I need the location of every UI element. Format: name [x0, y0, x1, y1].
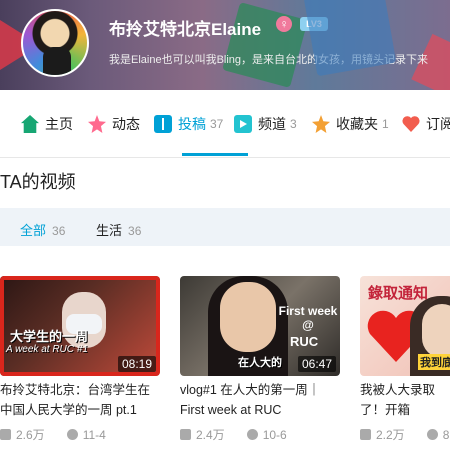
video-meta: 2.6万 11-4 — [0, 426, 160, 443]
thumbnail-subcaption: 我到底去哪 — [418, 354, 450, 370]
active-tab-indicator — [182, 153, 248, 156]
tab-label: 收藏夹 — [336, 116, 378, 132]
thumbnail-cn-caption: 在人大的 — [238, 357, 282, 369]
upload-icon — [154, 115, 172, 133]
video-card[interactable]: 大学生的一周 A week at RUC #1 08:19 布拎艾特北京：台湾学… — [0, 276, 160, 443]
video-date: 10-6 — [262, 427, 287, 442]
tab-activity[interactable]: 动态 — [88, 114, 140, 134]
video-card[interactable]: 錄取通知 我到底去哪 我被人大录取了！开箱 2.2万 8 — [360, 276, 450, 443]
video-thumbnail[interactable]: 錄取通知 我到底去哪 — [360, 276, 450, 376]
play-count-icon — [0, 429, 11, 440]
video-thumbnail[interactable]: 大学生的一周 A week at RUC #1 08:19 — [0, 276, 160, 376]
female-icon: ♀ — [276, 16, 292, 32]
video-date: 8 — [442, 427, 450, 442]
video-views: 2.2万 — [376, 428, 405, 442]
video-duration: 08:19 — [117, 356, 156, 372]
video-date: 11-4 — [82, 427, 106, 442]
level-badge: LV3 — [300, 17, 328, 31]
section-title: TA的视频 — [0, 172, 76, 192]
tab-label: 主页 — [45, 116, 73, 132]
thumbnail-caption: First week @ — [278, 304, 338, 332]
category-filter-bar: 全部 36 生活 36 — [0, 208, 450, 246]
thumbnail-subcaption: A week at RUC #1 — [6, 344, 88, 355]
tab-subscriptions[interactable]: 订阅 — [402, 114, 450, 134]
video-duration: 06:47 — [297, 356, 336, 372]
favorite-icon — [312, 115, 330, 133]
tab-label: 动态 — [112, 116, 140, 132]
clock-icon — [66, 429, 78, 440]
filter-count: 36 — [52, 224, 66, 238]
filter-all[interactable]: 全部 36 — [20, 220, 65, 239]
clock-icon — [426, 429, 438, 440]
video-title[interactable]: vlog#1 在人大的第一周｜First week at RUC — [180, 380, 340, 420]
subscribe-icon — [402, 115, 420, 133]
play-count-icon — [360, 429, 371, 440]
thumbnail-caption: 大学生的一周 — [10, 329, 89, 344]
filter-label: 生活 — [96, 223, 123, 238]
tab-count: 3 — [290, 117, 297, 131]
tab-count: 37 — [210, 117, 224, 131]
tab-favorites[interactable]: 收藏夹 1 — [312, 114, 389, 134]
profile-tabs: 主页 动态 投稿 37 频道 3 收藏夹 1 订阅 — [0, 90, 450, 158]
user-bio: 我是Elaine也可以叫我Bling，是来自台北的女孩，用镜头记录下来 — [109, 54, 429, 66]
tab-label: 订阅 — [426, 116, 450, 132]
filter-label: 全部 — [20, 223, 47, 238]
tab-label: 投稿 — [178, 116, 206, 132]
tab-label: 频道 — [258, 116, 286, 132]
video-title[interactable]: 布拎艾特北京：台湾学生在中国人民大学的一周 pt.1 — [0, 380, 160, 420]
filter-count: 36 — [128, 224, 142, 238]
tab-count: 1 — [382, 117, 389, 131]
tab-uploads[interactable]: 投稿 37 — [154, 114, 223, 134]
home-icon — [21, 115, 39, 133]
tab-home[interactable]: 主页 — [21, 114, 73, 134]
activity-icon — [88, 115, 106, 133]
thumbnail-subcaption: RUC — [290, 334, 319, 349]
video-title[interactable]: 我被人大录取了！开箱 — [360, 380, 450, 420]
play-count-icon — [180, 429, 191, 440]
video-meta: 2.2万 8 — [360, 426, 450, 443]
video-views: 2.4万 — [196, 428, 225, 442]
video-views: 2.6万 — [16, 428, 45, 442]
profile-banner: 布拎艾特北京Elaine ♀ LV3 我是Elaine也可以叫我Bling，是来… — [0, 0, 450, 90]
video-thumbnail[interactable]: First week @ RUC 在人大的 06:47 — [180, 276, 340, 376]
video-meta: 2.4万 10-6 — [180, 426, 340, 443]
thumbnail-caption: 錄取通知 — [368, 285, 429, 302]
filter-life[interactable]: 生活 36 — [96, 220, 141, 239]
tab-channels[interactable]: 频道 3 — [234, 114, 297, 134]
user-name: 布拎艾特北京Elaine — [109, 20, 262, 39]
video-card[interactable]: First week @ RUC 在人大的 06:47 vlog#1 在人大的第… — [180, 276, 340, 443]
clock-icon — [246, 429, 258, 440]
channel-icon — [234, 115, 252, 133]
avatar[interactable] — [21, 9, 89, 77]
